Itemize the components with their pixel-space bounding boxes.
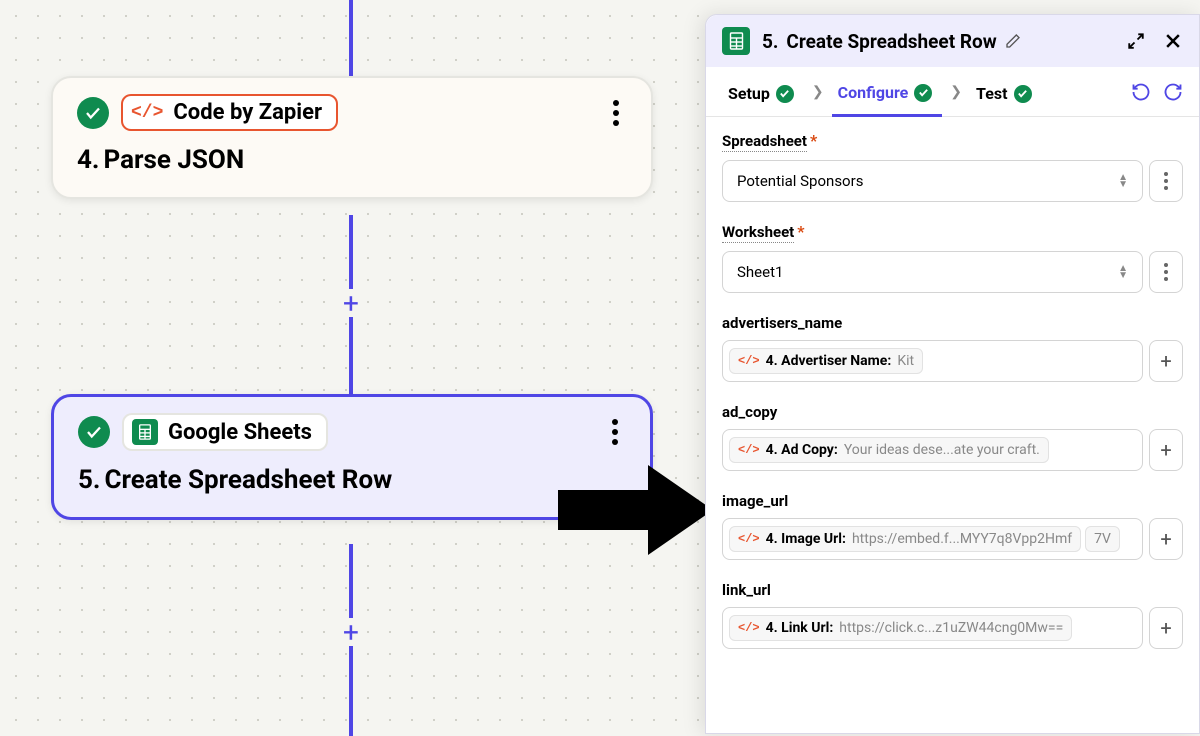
add-step-button[interactable]: + <box>337 289 365 317</box>
expand-button[interactable] <box>1127 32 1145 50</box>
spreadsheet-select[interactable]: Potential Sponsors ▲▼ <box>722 160 1143 202</box>
check-icon <box>776 85 794 103</box>
edit-title-button[interactable] <box>1005 33 1021 49</box>
variable-pill[interactable]: </> 4. Link Url: https://click.c...z1uZW… <box>729 615 1072 641</box>
field-worksheet: Worksheet* Sheet1 ▲▼ <box>722 222 1183 293</box>
mapped-input[interactable]: </> 4. Image Url: https://embed.f...MYY7… <box>722 518 1143 560</box>
app-label: Code by Zapier <box>173 100 322 125</box>
field-advertisers-name: advertisers_name </> 4. Advertiser Name:… <box>722 313 1183 382</box>
tab-test[interactable]: Test <box>970 78 1041 115</box>
updown-icon: ▲▼ <box>1118 265 1128 279</box>
mapped-input[interactable]: </> 4. Advertiser Name: Kit <box>722 340 1143 382</box>
code-icon: </> <box>738 354 760 368</box>
close-button[interactable] <box>1163 31 1183 51</box>
success-check-icon <box>77 97 109 129</box>
add-value-button[interactable]: + <box>1149 429 1183 471</box>
variable-pill[interactable]: </> 4. Image Url: https://embed.f...MYY7… <box>729 526 1081 552</box>
step-title: 5.Create Spreadsheet Row <box>78 465 626 495</box>
sheets-icon <box>132 419 158 445</box>
chevron-right-icon: ❯ <box>808 84 828 110</box>
tab-configure[interactable]: Configure <box>832 77 943 117</box>
field-image-url: image_url </> 4. Image Url: https://embe… <box>722 491 1183 560</box>
panel-tabs: Setup ❯ Configure ❯ Test <box>706 67 1199 117</box>
code-icon: </> <box>131 103 163 123</box>
sheets-icon <box>722 27 750 55</box>
required-indicator: * <box>810 131 817 150</box>
overflow-value: 7V <box>1085 526 1120 552</box>
add-value-button[interactable]: + <box>1149 607 1183 649</box>
connector-line <box>349 0 353 76</box>
app-chip-code[interactable]: </> Code by Zapier <box>121 94 338 131</box>
check-icon <box>1014 85 1032 103</box>
connector-line <box>349 544 353 618</box>
panel-title: 5. Create Spreadsheet Row <box>762 30 1021 53</box>
tab-setup[interactable]: Setup <box>722 78 804 115</box>
panel-body: Spreadsheet* Potential Sponsors ▲▼ Works… <box>706 117 1199 733</box>
mapped-input[interactable]: </> 4. Ad Copy: Your ideas dese...ate yo… <box>722 429 1143 471</box>
step-title: 4.Parse JSON <box>77 145 627 175</box>
code-icon: </> <box>738 621 760 635</box>
field-ad-copy: ad_copy </> 4. Ad Copy: Your ideas dese.… <box>722 402 1183 471</box>
field-label: Worksheet <box>722 223 794 243</box>
code-icon: </> <box>738 532 760 546</box>
app-chip-sheets[interactable]: Google Sheets <box>122 413 328 451</box>
add-value-button[interactable]: + <box>1149 340 1183 382</box>
field-label: advertisers_name <box>722 314 842 332</box>
step-menu-button[interactable] <box>605 95 627 131</box>
chevron-right-icon: ❯ <box>946 84 966 110</box>
success-check-icon <box>78 416 110 448</box>
mapped-input[interactable]: </> 4. Link Url: https://click.c...z1uZW… <box>722 607 1143 649</box>
field-options-button[interactable] <box>1149 160 1183 202</box>
variable-pill[interactable]: </> 4. Ad Copy: Your ideas dese...ate yo… <box>729 437 1049 463</box>
variable-pill[interactable]: </> 4. Advertiser Name: Kit <box>729 348 923 374</box>
add-step-button[interactable]: + <box>337 618 365 646</box>
field-label: ad_copy <box>722 403 777 421</box>
step-menu-button[interactable] <box>604 414 626 450</box>
field-label: link_url <box>722 581 771 599</box>
connector-line <box>349 317 353 394</box>
connector-line <box>349 215 353 289</box>
step-card-4[interactable]: </> Code by Zapier 4.Parse JSON <box>51 76 653 199</box>
panel-header: 5. Create Spreadsheet Row <box>706 15 1199 67</box>
connector-line <box>349 646 353 736</box>
code-icon: </> <box>738 443 760 457</box>
undo-button[interactable] <box>1131 82 1151 102</box>
step-detail-panel: 5. Create Spreadsheet Row Setup ❯ Config… <box>705 14 1200 734</box>
field-options-button[interactable] <box>1149 251 1183 293</box>
app-label: Google Sheets <box>168 420 312 445</box>
required-indicator: * <box>797 222 804 241</box>
add-value-button[interactable]: + <box>1149 518 1183 560</box>
field-link-url: link_url </> 4. Link Url: https://click.… <box>722 580 1183 649</box>
field-spreadsheet: Spreadsheet* Potential Sponsors ▲▼ <box>722 131 1183 202</box>
annotation-arrow <box>558 460 718 560</box>
check-icon <box>914 84 932 102</box>
redo-button[interactable] <box>1163 82 1183 102</box>
workflow-canvas: </> Code by Zapier 4.Parse JSON + Google… <box>0 0 700 733</box>
field-label: Spreadsheet <box>722 132 807 152</box>
worksheet-select[interactable]: Sheet1 ▲▼ <box>722 251 1143 293</box>
field-label: image_url <box>722 492 788 510</box>
updown-icon: ▲▼ <box>1118 174 1128 188</box>
